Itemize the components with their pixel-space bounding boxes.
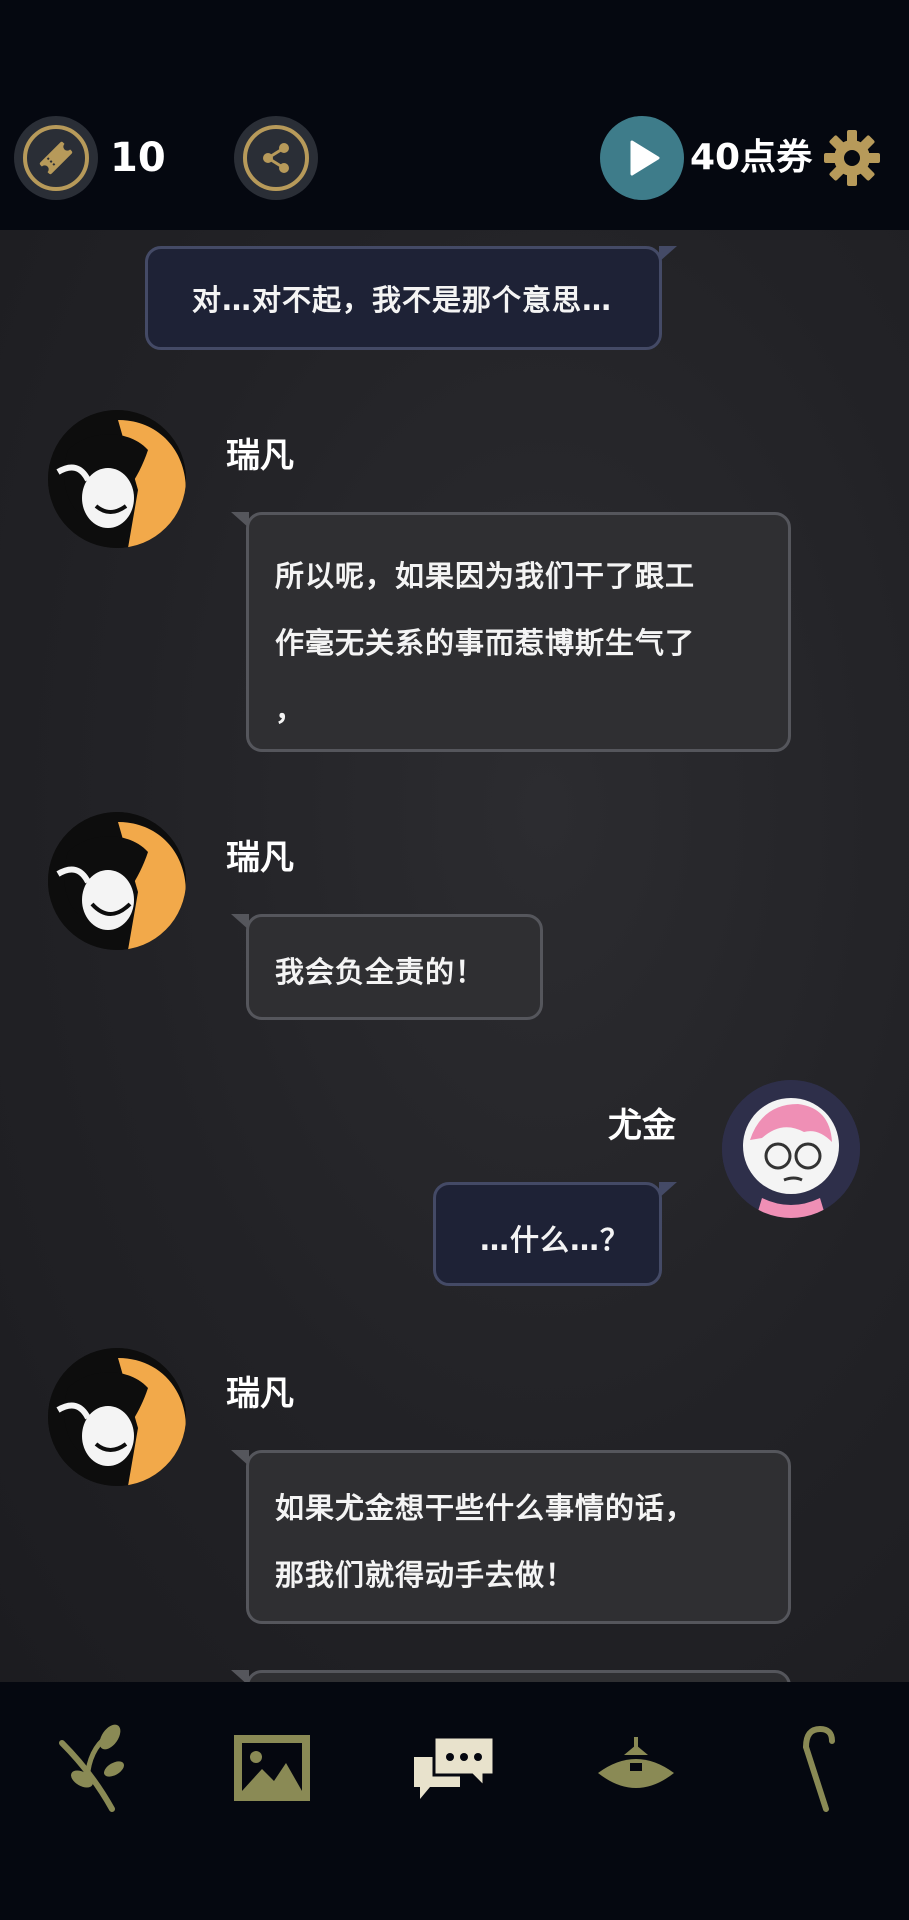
ticket-button[interactable] <box>14 116 98 200</box>
ruifan-portrait-icon <box>48 812 186 950</box>
ticket-count: 10 <box>110 135 166 181</box>
chat-icon <box>414 1735 496 1799</box>
play-icon <box>630 140 660 176</box>
message-text: 对…对不起，我不是那个意思… <box>192 283 613 317</box>
chat-area[interactable]: 对…对不起，我不是那个意思… 瑞凡 所以呢，如果因为我们干了跟工 作毫无关系的事… <box>0 230 909 1682</box>
eugene-portrait-icon <box>722 1080 860 1218</box>
gear-icon <box>824 130 880 186</box>
message-line: ， <box>275 693 306 727</box>
top-bar: 10 40点券 <box>0 0 909 230</box>
avatar-ruifan <box>48 410 186 548</box>
speaker-name: 瑞凡 <box>226 1374 294 1414</box>
speaker-name: 瑞凡 <box>226 838 294 878</box>
chat-bubble: …什么…？ <box>433 1182 677 1286</box>
chat-bubble: 如果尤金想干些什么事情的话， 那我们就得动手去做！ <box>231 1450 791 1624</box>
message-line: 如果尤金想干些什么事情的话， <box>275 1491 696 1525</box>
screen: 10 40点券 对…对不起，我不是那个意思… 瑞凡 所以呢，如果因为我们干了跟工… <box>0 0 909 1920</box>
nav-chat[interactable] <box>404 1718 504 1818</box>
speaker-name: 瑞凡 <box>226 436 294 476</box>
play-button[interactable] <box>600 116 684 200</box>
avatar-ruifan <box>48 1348 186 1486</box>
nav-branch[interactable] <box>42 1718 142 1818</box>
gallery-icon <box>234 1735 310 1801</box>
ruifan-portrait-icon <box>48 410 186 548</box>
avatar-eugene <box>722 1080 860 1218</box>
nav-cane[interactable] <box>766 1718 866 1818</box>
message-text: 我会负全责的！ <box>275 955 486 989</box>
message-line: 那我们就得动手去做！ <box>275 1558 576 1592</box>
message-line: 所以呢，如果因为我们干了跟工 <box>275 559 696 593</box>
chat-bubble-partial <box>231 1670 791 1682</box>
nav-gallery[interactable] <box>222 1718 322 1818</box>
chat-bubble: 对…对不起，我不是那个意思… <box>145 246 677 350</box>
speaker-name: 尤金 <box>608 1106 676 1146</box>
chat-bubble: 所以呢，如果因为我们干了跟工 作毫无关系的事而惹博斯生气了 ， <box>231 512 791 752</box>
cane-icon <box>803 1725 835 1812</box>
ruifan-portrait-icon <box>48 1348 186 1486</box>
points-label: 40点券 <box>690 137 813 178</box>
settings-button[interactable] <box>822 128 882 188</box>
avatar-ruifan <box>48 812 186 950</box>
ticket-icon <box>39 141 73 175</box>
branch-icon <box>59 1724 124 1812</box>
message-line: 作毫无关系的事而惹博斯生气了 <box>275 626 696 660</box>
message-text: …什么…？ <box>480 1223 631 1257</box>
lamp-icon <box>598 1737 674 1788</box>
bottom-nav <box>0 1682 909 1920</box>
share-button[interactable] <box>234 116 318 200</box>
chat-bubble: 我会负全责的！ <box>231 914 543 1020</box>
share-icon <box>263 143 289 173</box>
nav-lamp[interactable] <box>586 1718 686 1818</box>
